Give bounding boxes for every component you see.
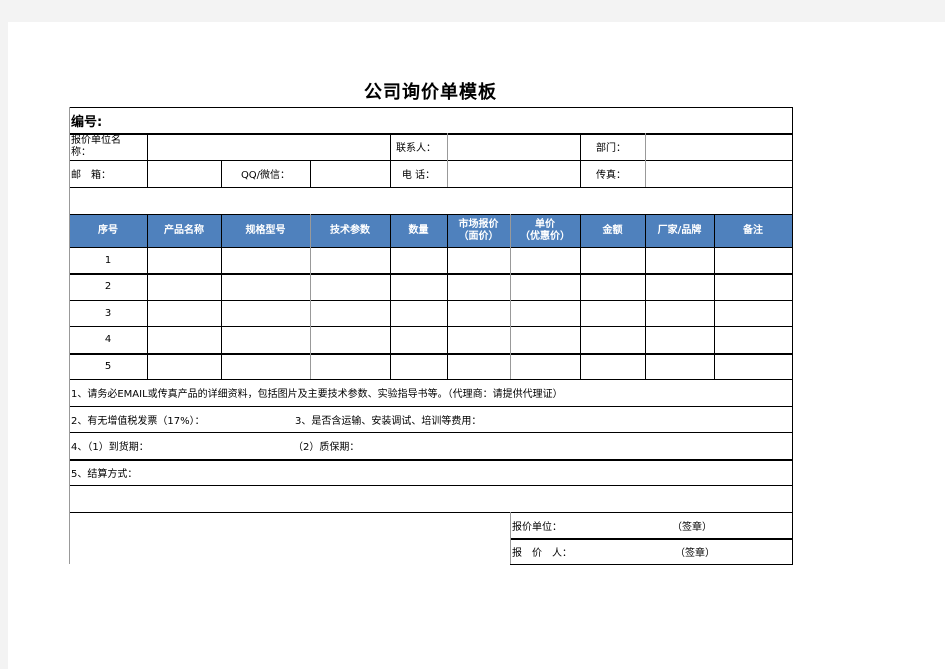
column-header-spec: 规格型号 [245,224,286,236]
note-4-delivery: 4、（1）到货期： [71,442,149,453]
grid-line [147,214,148,379]
grid-line [645,214,646,379]
grid-line [645,133,646,187]
fax-label: 传真： [596,170,626,181]
table-row-index: 1 [104,254,112,266]
blank-note-row [69,485,792,512]
grid-line [310,160,311,187]
quote-person-stamp: （签章） [675,547,715,559]
company-label: 报价单位名 称： [69,133,147,160]
qq-label: QQ/微信： [240,170,291,181]
grid-line [69,187,793,188]
email-field[interactable] [147,160,221,187]
note-2: 2、有无增值税发票（17%）： [71,415,205,427]
grid-line [69,353,793,355]
column-header-unit-price: 单价 （优惠价） [520,218,570,242]
email-label: 邮 箱： [71,170,111,181]
grid-line [69,214,793,215]
qq-field[interactable] [310,160,390,187]
company-field[interactable] [147,133,390,160]
column-header-amount: 金额 [602,224,623,236]
column-header-qty: 数量 [408,224,429,236]
page-title: 公司询价单模板 [364,82,497,103]
grid-line [510,538,793,540]
contact-field[interactable] [447,133,580,160]
grid-line [69,300,793,301]
note-3: 3、是否含运输、安装调试、培训等费用： [295,415,482,427]
table-row-index: 4 [104,334,112,345]
note-5-payment: 5、结算方式： [71,468,138,480]
grid-line [69,459,793,461]
dept-label: 部门： [596,143,626,154]
grid-line [510,512,511,564]
grid-line [69,107,70,564]
company-label-line1: 报价单位名 [71,134,121,146]
grid-line [69,107,793,108]
grid-line [69,485,793,486]
grid-line [510,564,793,565]
grid-line [69,432,793,433]
grid-line [580,133,581,187]
company-label-line2: 称： [71,146,91,158]
grid-line [69,406,793,407]
note-4-warranty: （2）质保期： [293,442,360,453]
grid-line [69,247,793,248]
note-1: 1、请务必EMAIL或传真产品的详细资料，包括图片及主要技术参数、实验指导书等。… [71,389,563,400]
grid-line [69,133,793,135]
grid-line [580,214,581,379]
grid-line [69,379,793,380]
grid-line [792,107,793,564]
quote-unit-label: 报价单位： [512,521,562,533]
grid-line [221,160,222,187]
column-header-remark: 备注 [743,224,763,236]
grid-line [390,214,391,379]
column-header-product: 产品名称 [164,224,204,236]
grid-line [447,214,448,379]
fax-field[interactable] [645,160,792,187]
column-header-brand: 厂家/品牌 [657,224,702,236]
quote-unit-stamp: （签章） [672,521,712,533]
grid-line [221,214,222,379]
column-header-tech: 技术参数 [330,224,370,236]
grid-line [310,214,311,379]
table-row-index: 3 [104,307,112,319]
grid-line [147,133,148,187]
grid-line [447,133,448,187]
grid-line [510,214,511,379]
serial-label: 编号: [71,114,103,130]
column-header-index: 序号 [98,224,118,236]
phone-field[interactable] [447,160,580,187]
column-header-market-price: 市场报价 （面价） [458,218,499,242]
dept-field[interactable] [645,133,792,160]
table-row-index: 5 [104,360,112,372]
phone-label: 电 话： [401,170,436,181]
grid-line [69,273,793,275]
contact-label: 联系人： [396,143,436,154]
grid-line [69,326,793,327]
grid-line [69,512,793,513]
quote-person-label: 报 价 人： [512,547,572,559]
grid-line [390,133,391,187]
blank-row [69,187,792,214]
grid-line [69,160,793,161]
table-row-index: 2 [104,281,112,292]
grid-line [714,214,715,379]
